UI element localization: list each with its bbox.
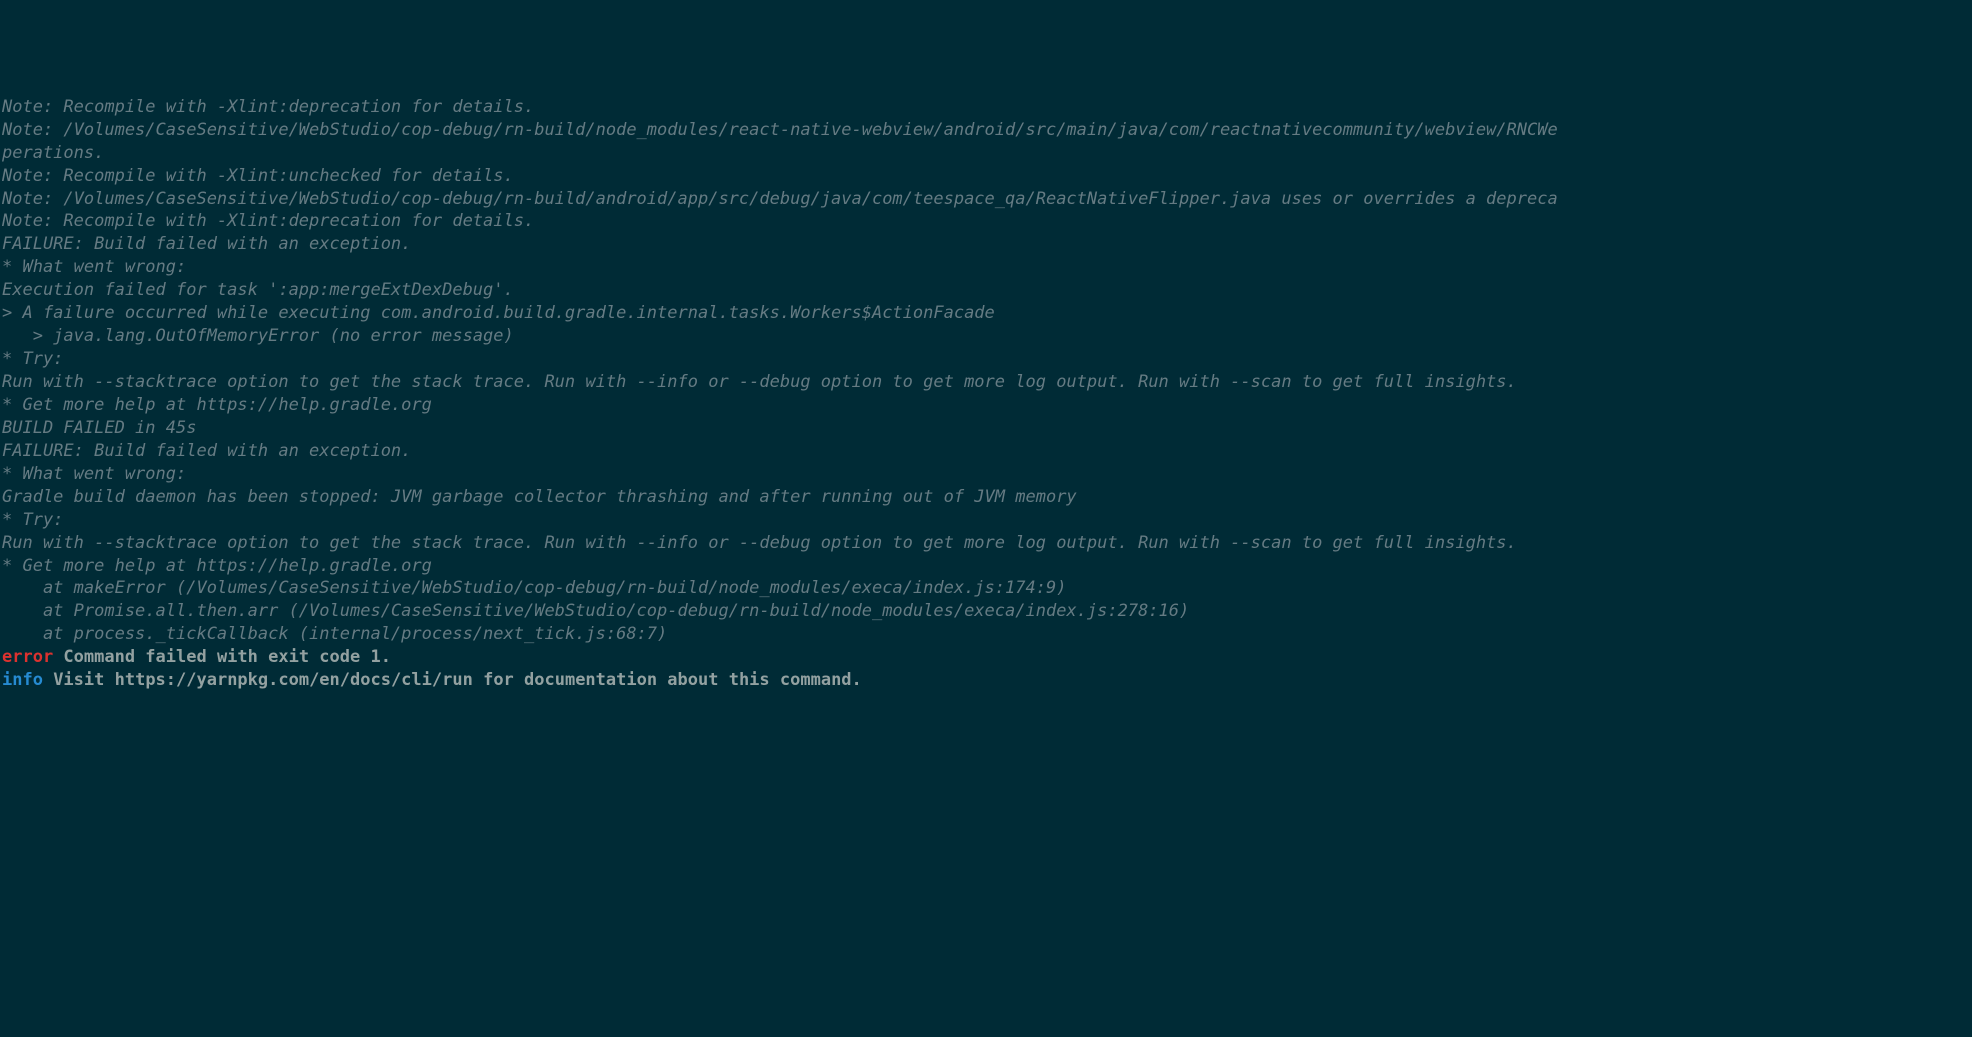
output-line: Run with --stacktrace option to get the … [2, 532, 1970, 555]
output-line: at Promise.all.then.arr (/Volumes/CaseSe… [2, 600, 1970, 623]
terminal-output[interactable]: Note: Recompile with -Xlint:deprecation … [2, 96, 1970, 692]
info-message: Visit [43, 670, 115, 690]
output-line: Run with --stacktrace option to get the … [2, 371, 1970, 394]
output-line: Note: Recompile with -Xlint:deprecation … [2, 210, 1970, 233]
output-line: Note: Recompile with -Xlint:deprecation … [2, 96, 1970, 119]
output-line: * What went wrong: [2, 463, 1970, 486]
info-line: info Visit https://yarnpkg.com/en/docs/c… [2, 669, 1970, 692]
output-line: Note: /Volumes/CaseSensitive/WebStudio/c… [2, 119, 1970, 142]
output-line: * Try: [2, 348, 1970, 371]
output-line: at process._tickCallback (internal/proce… [2, 623, 1970, 646]
output-line: > java.lang.OutOfMemoryError (no error m… [2, 325, 1970, 348]
output-line: Gradle build daemon has been stopped: JV… [2, 486, 1970, 509]
output-line: perations. [2, 142, 1970, 165]
info-url: https://yarnpkg.com/en/docs/cli/run [115, 670, 473, 690]
output-line: * Get more help at https://help.gradle.o… [2, 555, 1970, 578]
output-line: at makeError (/Volumes/CaseSensitive/Web… [2, 577, 1970, 600]
output-line: FAILURE: Build failed with an exception. [2, 233, 1970, 256]
info-message: for documentation about this command. [473, 670, 862, 690]
error-line: error Command failed with exit code 1. [2, 646, 1970, 669]
output-line: BUILD FAILED in 45s [2, 417, 1970, 440]
output-line: > A failure occurred while executing com… [2, 302, 1970, 325]
info-prefix: info [2, 670, 43, 690]
output-line: * What went wrong: [2, 256, 1970, 279]
output-line: Execution failed for task ':app:mergeExt… [2, 279, 1970, 302]
output-line: Note: /Volumes/CaseSensitive/WebStudio/c… [2, 188, 1970, 211]
error-prefix: error [2, 647, 53, 667]
output-line: Note: Recompile with -Xlint:unchecked fo… [2, 165, 1970, 188]
output-line: * Get more help at https://help.gradle.o… [2, 394, 1970, 417]
error-message: Command failed with exit code 1. [53, 647, 391, 667]
output-line: * Try: [2, 509, 1970, 532]
output-line: FAILURE: Build failed with an exception. [2, 440, 1970, 463]
